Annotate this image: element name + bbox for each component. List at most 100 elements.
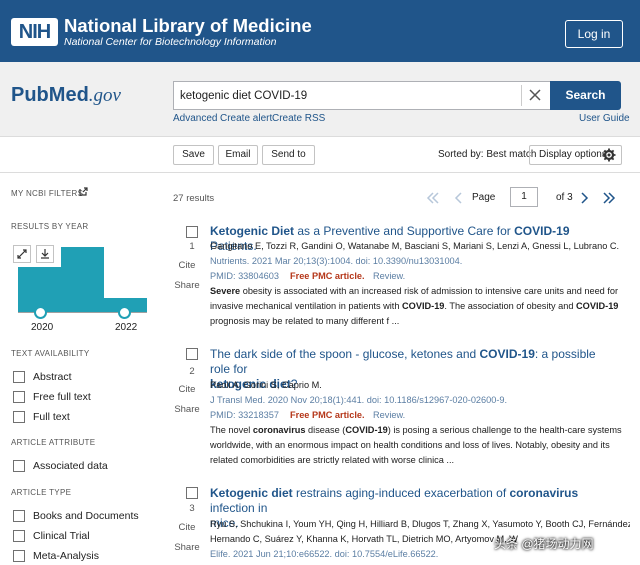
search-divider [521,85,522,106]
article-1-number: 1 [189,241,195,252]
article-2-pmid: PMID: 33218357 [210,410,279,420]
article-2-cite-button[interactable]: Cite [173,384,201,395]
article-2-free-badge: Free PMC article. [290,410,365,420]
logo-med: Med [48,84,89,106]
last-page-icon[interactable] [602,192,616,204]
article-1-review-badge: Review. [373,271,406,281]
article-3-title-b: restrains aging-induced exacerbation of [292,486,510,500]
logo-pub: Pub [11,84,49,106]
create-alert-link[interactable]: Create alert [220,113,272,124]
pubmed-logo[interactable]: PubMed.gov [11,84,121,107]
next-page-icon[interactable] [581,192,589,204]
article-3-title-d: infection in [210,501,268,515]
prev-page-icon[interactable] [454,192,462,204]
external-link-icon[interactable] [79,187,88,196]
create-rss-link[interactable]: Create RSS [272,113,325,124]
download-icon [41,249,49,259]
snip2-1c: disease ( [305,425,346,435]
ncbi-subtitle: National Center for Biotechnology Inform… [64,36,277,48]
results-by-year-heading: RESULTS BY YEAR [11,222,89,231]
article-2-snippet-line1: The novel coronavirus disease (COVID-19)… [210,423,630,438]
user-guide-link[interactable]: User Guide [579,113,630,124]
article-3-citation: Elife. 2021 Jun 21;10:e66522. doi: 10.75… [210,549,439,559]
my-ncbi-filters-heading[interactable]: MY NCBI FILTERS [11,189,83,198]
download-chart-button[interactable] [36,245,54,263]
article-2-review-badge: Review. [373,410,406,420]
clinical-trial-checkbox[interactable] [13,530,25,542]
books-documents-checkbox[interactable] [13,510,25,522]
article-1-share-button[interactable]: Share [173,280,201,291]
article-3-authors-line1: Ryu S, Shchukina I, Youm YH, Qing H, Hil… [210,519,630,529]
send-to-button[interactable]: Send to [262,145,315,165]
article-3-share-button[interactable]: Share [173,542,201,553]
article-2-citation: J Transl Med. 2020 Nov 20;18(1):441. doi… [210,395,508,405]
article-3-cite-button[interactable]: Cite [173,522,201,533]
snip-2b: COVID-19 [402,301,445,311]
article-1-title-c: COVID-19 [514,224,570,238]
page-total-label: of 3 [556,192,573,203]
article-1-checkbox[interactable] [186,226,198,238]
article-1-title-b: as a Preventive and Supportive Care for [294,224,515,238]
article-1-pmid: PMID: 33804603 [210,271,279,281]
full-text-checkbox[interactable] [13,411,25,423]
article-attribute-heading: ARTICLE ATTRIBUTE [11,438,96,447]
clear-icon[interactable] [528,88,542,102]
gear-icon [602,148,616,162]
clinical-trial-label[interactable]: Clinical Trial [33,530,90,542]
year-end-handle[interactable] [118,306,131,319]
results-count: 27 results [173,193,215,204]
abstract-checkbox[interactable] [13,371,25,383]
snip-2d: COVID-19 [576,301,619,311]
article-3-checkbox[interactable] [186,487,198,499]
abstract-label[interactable]: Abstract [33,371,72,383]
article-1-citation: Nutrients. 2021 Mar 20;13(3):1004. doi: … [210,256,463,266]
year-bar-2021[interactable] [61,247,104,312]
article-3-title-a: Ketogenic diet [210,486,293,500]
login-button[interactable]: Log in [565,20,623,48]
search-box [173,81,550,110]
article-3-title-c: coronavirus [509,486,579,500]
article-1-snippet-line1: Severe obesity is associated with an inc… [210,284,630,299]
first-page-icon[interactable] [426,192,440,204]
snip2-1b: coronavirus [252,425,306,435]
search-input[interactable] [180,82,510,109]
article-type-heading: ARTICLE TYPE [11,488,72,497]
action-divider [0,172,640,173]
year-start-handle[interactable] [34,306,47,319]
nih-logo[interactable]: NIH [11,18,58,46]
article-2-number: 2 [189,366,195,377]
books-documents-label[interactable]: Books and Documents [33,510,139,522]
free-full-text-checkbox[interactable] [13,391,25,403]
nlm-title[interactable]: National Library of Medicine [64,15,312,37]
sort-label[interactable]: Sorted by: Best match [438,149,536,160]
search-button[interactable]: Search [550,81,621,110]
watermark: 头条 @猪场动力网 [494,537,594,551]
snip2-1a: The novel [210,425,253,435]
year-end-label: 2022 [115,322,138,333]
expand-icon [17,249,27,259]
article-2-snippet-line2: worldwide, with an enormous impact on he… [210,440,610,450]
snip-2a: invasive mechanical ventilation in patie… [210,301,403,311]
article-2-checkbox[interactable] [186,348,198,360]
article-1-snippet-line2: invasive mechanical ventilation in patie… [210,299,630,314]
article-3-number: 3 [189,503,195,514]
article-1-cite-button[interactable]: Cite [173,260,201,271]
email-button[interactable]: Email [218,145,258,165]
full-text-label[interactable]: Full text [33,411,70,423]
associated-data-label[interactable]: Associated data [33,460,108,472]
associated-data-checkbox[interactable] [13,460,25,472]
expand-chart-button[interactable] [13,245,31,263]
snip-1a: Severe [210,286,241,296]
free-full-text-label[interactable]: Free full text [33,391,91,403]
display-options-button[interactable]: Display options [529,145,622,165]
save-button[interactable]: Save [173,145,214,165]
page-number-input[interactable]: 1 [510,187,538,207]
snip2-1d: COVID-19 [345,425,388,435]
advanced-link[interactable]: Advanced [173,113,217,124]
meta-analysis-checkbox[interactable] [13,550,25,562]
band-divider [0,136,640,137]
article-2-share-button[interactable]: Share [173,404,201,415]
article-1-free-badge: Free PMC article. [290,271,365,281]
article-1-title-a: Ketogenic Diet [210,224,295,238]
meta-analysis-label[interactable]: Meta-Analysis [33,550,99,562]
